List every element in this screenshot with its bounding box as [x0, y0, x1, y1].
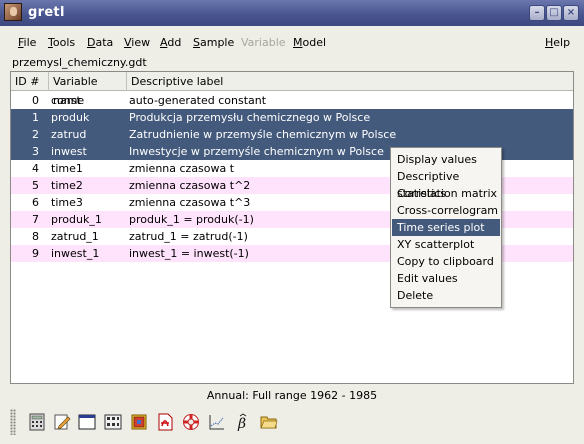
menu-sample[interactable]: Sample — [193, 36, 234, 49]
menu-variable[interactable]: Variable — [241, 36, 286, 49]
dataset-filename: przemysl_chemiczny.gdt — [12, 56, 147, 69]
edit-script-icon[interactable] — [53, 413, 71, 431]
session-icons-icon[interactable] — [104, 413, 122, 431]
ctx-correlation-matrix[interactable]: Correlation matrix — [392, 185, 500, 202]
table-row[interactable]: 1 produk Produkcja przemysłu chemicznego… — [11, 109, 573, 126]
context-menu: Display values Descriptive statistics Co… — [390, 147, 502, 308]
title-bar[interactable]: gretl – □ × — [0, 0, 584, 26]
column-header-id[interactable]: ID # — [11, 72, 49, 91]
menu-model[interactable]: Model — [293, 36, 326, 49]
ctx-cross-correlogram[interactable]: Cross-correlogram — [392, 202, 500, 219]
table-row[interactable]: 0 const auto-generated constant — [11, 92, 573, 109]
main-toolbar: β — [10, 405, 290, 439]
window-title: gretl — [28, 5, 65, 20]
menu-help[interactable]: Help — [545, 36, 570, 49]
close-icon[interactable]: × — [563, 5, 579, 21]
minimize-icon[interactable]: – — [529, 5, 545, 21]
ols-beta-icon[interactable]: β — [234, 413, 252, 431]
table-row[interactable]: 2 zatrud Zatrudnienie w przemyśle chemic… — [11, 126, 573, 143]
menu-view[interactable]: View — [124, 36, 150, 49]
gretl-app-icon — [4, 3, 22, 21]
ctx-display-values[interactable]: Display values — [392, 151, 500, 168]
command-log-icon[interactable] — [208, 413, 226, 431]
ctx-edit-values[interactable]: Edit values — [392, 270, 500, 287]
ctx-descriptive-statistics[interactable]: Descriptive statistics — [392, 168, 500, 200]
console-window-icon[interactable] — [78, 413, 96, 431]
calculator-icon[interactable] — [28, 413, 46, 431]
ctx-delete[interactable]: Delete — [392, 287, 500, 304]
svg-text:β: β — [237, 416, 246, 431]
column-header-name[interactable]: Variable name — [49, 72, 127, 107]
list-header: ID # Variable name Descriptive label — [11, 72, 573, 107]
menu-bar: File Tools Data View Add Sample Variable… — [0, 26, 584, 50]
ctx-xy-scatterplot[interactable]: XY scatterplot — [392, 236, 500, 253]
function-package-icon[interactable] — [130, 413, 148, 431]
toolbar-grip-icon[interactable] — [10, 409, 16, 435]
column-header-label[interactable]: Descriptive label — [127, 72, 573, 91]
menu-data[interactable]: Data — [87, 36, 113, 49]
ctx-copy-to-clipboard[interactable]: Copy to clipboard — [392, 253, 500, 270]
pdf-help-icon[interactable] — [156, 413, 174, 431]
maximize-icon[interactable]: □ — [546, 5, 562, 21]
ctx-time-series-plot[interactable]: Time series plot — [392, 219, 500, 236]
menu-file[interactable]: File — [18, 36, 36, 49]
menu-tools[interactable]: Tools — [48, 36, 75, 49]
lifebuoy-help-icon[interactable] — [182, 413, 200, 431]
open-folder-icon[interactable] — [260, 413, 278, 431]
status-text: Annual: Full range 1962 - 1985 — [206, 389, 378, 402]
menu-add[interactable]: Add — [160, 36, 181, 49]
